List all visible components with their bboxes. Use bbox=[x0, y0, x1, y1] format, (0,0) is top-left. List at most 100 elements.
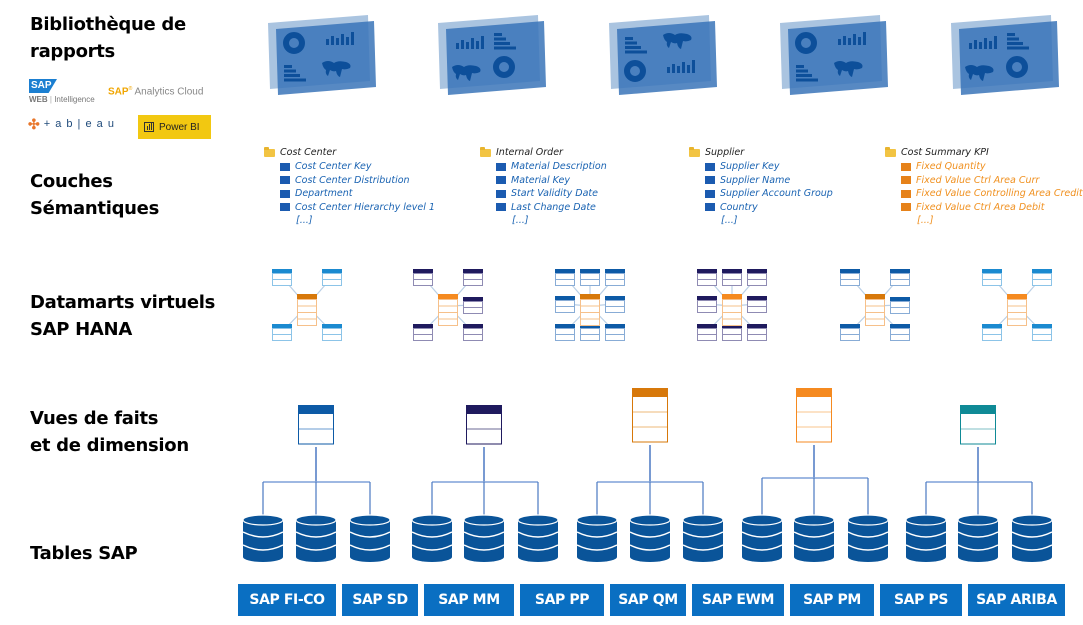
semantic-dimension-item[interactable]: Supplier Key bbox=[689, 160, 833, 174]
hbar-glyph bbox=[796, 74, 812, 77]
semantic-group-title[interactable]: Internal Order bbox=[480, 146, 607, 160]
table-header bbox=[463, 324, 483, 328]
sap-module-sap-ps[interactable]: SAP PS bbox=[880, 584, 962, 616]
datamart-star-schema bbox=[555, 269, 625, 341]
semantic-dimension-item[interactable]: Material Description bbox=[480, 160, 607, 174]
semantic-dimension-item[interactable]: Cost Center Distribution bbox=[264, 174, 435, 188]
dashboard-front-panel bbox=[959, 21, 1059, 95]
table-icon bbox=[555, 269, 575, 286]
bar-glyph bbox=[858, 37, 861, 45]
table-icon bbox=[463, 269, 483, 286]
hbar-glyph bbox=[284, 69, 296, 73]
architecture-diagram bbox=[242, 15, 1059, 562]
table-row bbox=[272, 334, 292, 341]
semantic-group-title[interactable]: Cost Center bbox=[264, 146, 435, 160]
semantic-dimension-item[interactable]: Last Change Date bbox=[480, 201, 607, 215]
sap-module-sap-fi-co[interactable]: SAP FI-CO bbox=[238, 584, 336, 616]
db-top bbox=[957, 514, 999, 526]
database-icon bbox=[295, 514, 337, 562]
semantic-dimension-item[interactable]: Cost Center Hierarchy level 1 bbox=[264, 201, 435, 215]
semantic-measure-item[interactable]: Fixed Value Controlling Area Credit bbox=[885, 187, 1083, 201]
folder-icon bbox=[264, 147, 275, 157]
table-row bbox=[747, 273, 767, 280]
table-row bbox=[580, 299, 600, 307]
table-row bbox=[722, 312, 742, 320]
semantic-dimension-item[interactable]: Department bbox=[264, 187, 435, 201]
semantic-group-title[interactable]: Cost Summary KPI bbox=[885, 146, 1083, 160]
db-bottom bbox=[243, 552, 283, 562]
semantic-measure-item[interactable]: Fixed Value Ctrl Area Debit bbox=[885, 201, 1083, 215]
table-row bbox=[555, 300, 575, 307]
sap-module-sap-ewm[interactable]: SAP EWM bbox=[692, 584, 784, 616]
table-row bbox=[272, 328, 292, 335]
hbar-glyph bbox=[284, 65, 292, 68]
table-row bbox=[297, 299, 317, 307]
dimension-icon bbox=[280, 162, 290, 171]
semantic-dimension-item[interactable]: Supplier Name bbox=[689, 174, 833, 188]
dashboard-icon bbox=[780, 15, 888, 95]
bar-glyph bbox=[326, 39, 329, 45]
table-row bbox=[890, 301, 910, 308]
view-header bbox=[298, 405, 334, 414]
table-row bbox=[1032, 334, 1052, 341]
table-row bbox=[1007, 312, 1027, 320]
table-header bbox=[722, 269, 742, 273]
hbar-glyph bbox=[494, 46, 516, 50]
semantic-group-title-text: Cost Center bbox=[280, 147, 337, 158]
dashboard-icon bbox=[268, 15, 376, 95]
semantic-item-label: Fixed Quantity bbox=[916, 161, 986, 172]
sap-module-sap-ariba[interactable]: SAP ARIBA bbox=[968, 584, 1065, 616]
bar-glyph bbox=[331, 36, 334, 45]
semantic-group: Internal Order Material Description Materi… bbox=[480, 146, 607, 227]
table-row bbox=[438, 305, 458, 313]
sap-module-sap-pm[interactable]: SAP PM bbox=[790, 584, 874, 616]
table-header bbox=[322, 324, 342, 328]
semantic-group-title[interactable]: Supplier bbox=[689, 146, 833, 160]
fact-table-icon bbox=[722, 294, 742, 326]
sap-module-sap-sd[interactable]: SAP SD bbox=[342, 584, 418, 616]
kpi-icon bbox=[901, 189, 911, 198]
hbar-glyph bbox=[796, 65, 804, 68]
table-icon bbox=[605, 296, 625, 313]
table-row bbox=[272, 273, 292, 280]
table-header bbox=[580, 294, 600, 299]
table-icon bbox=[413, 269, 433, 286]
folder-icon bbox=[480, 147, 491, 157]
hbar-glyph bbox=[625, 37, 633, 40]
dashboard-front-panel bbox=[446, 21, 546, 95]
sap-module-sap-qm[interactable]: SAP QM bbox=[610, 584, 686, 616]
table-row bbox=[982, 279, 1002, 286]
view-table-icon bbox=[960, 405, 996, 445]
semantic-dimension-item[interactable]: Cost Center Key bbox=[264, 160, 435, 174]
table-row bbox=[580, 312, 600, 320]
table-header bbox=[555, 296, 575, 300]
sap-module-sap-pp[interactable]: SAP PP bbox=[520, 584, 604, 616]
sap-module-sap-mm[interactable]: SAP MM bbox=[424, 584, 514, 616]
table-header bbox=[463, 269, 483, 273]
semantic-measure-item[interactable]: Fixed Quantity bbox=[885, 160, 1083, 174]
table-icon bbox=[322, 269, 342, 286]
view-table-icon bbox=[796, 388, 832, 443]
semantic-dimension-item[interactable]: Supplier Account Group bbox=[689, 187, 833, 201]
semantic-dimension-item[interactable]: Start Validity Date bbox=[480, 187, 607, 201]
table-row bbox=[722, 279, 742, 286]
semantic-dimension-item[interactable]: Country bbox=[689, 201, 833, 215]
table-row bbox=[413, 279, 433, 286]
view-group bbox=[905, 405, 1053, 562]
table-header bbox=[890, 269, 910, 273]
semantic-dimension-item[interactable]: Material Key bbox=[480, 174, 607, 188]
dimension-icon bbox=[280, 176, 290, 185]
hbar-glyph bbox=[1007, 42, 1023, 45]
table-header bbox=[697, 269, 717, 273]
table-row bbox=[463, 307, 483, 314]
table-row bbox=[1032, 279, 1052, 286]
database-icon bbox=[349, 514, 391, 562]
kpi-icon bbox=[901, 162, 911, 171]
table-icon bbox=[697, 296, 717, 313]
db-top bbox=[682, 514, 724, 526]
view-table-icon bbox=[466, 405, 502, 445]
semantic-measure-item[interactable]: Fixed Value Ctrl Area Curr bbox=[885, 174, 1083, 188]
db-bottom bbox=[906, 552, 946, 562]
database-icon bbox=[682, 514, 724, 562]
table-header bbox=[605, 269, 625, 273]
